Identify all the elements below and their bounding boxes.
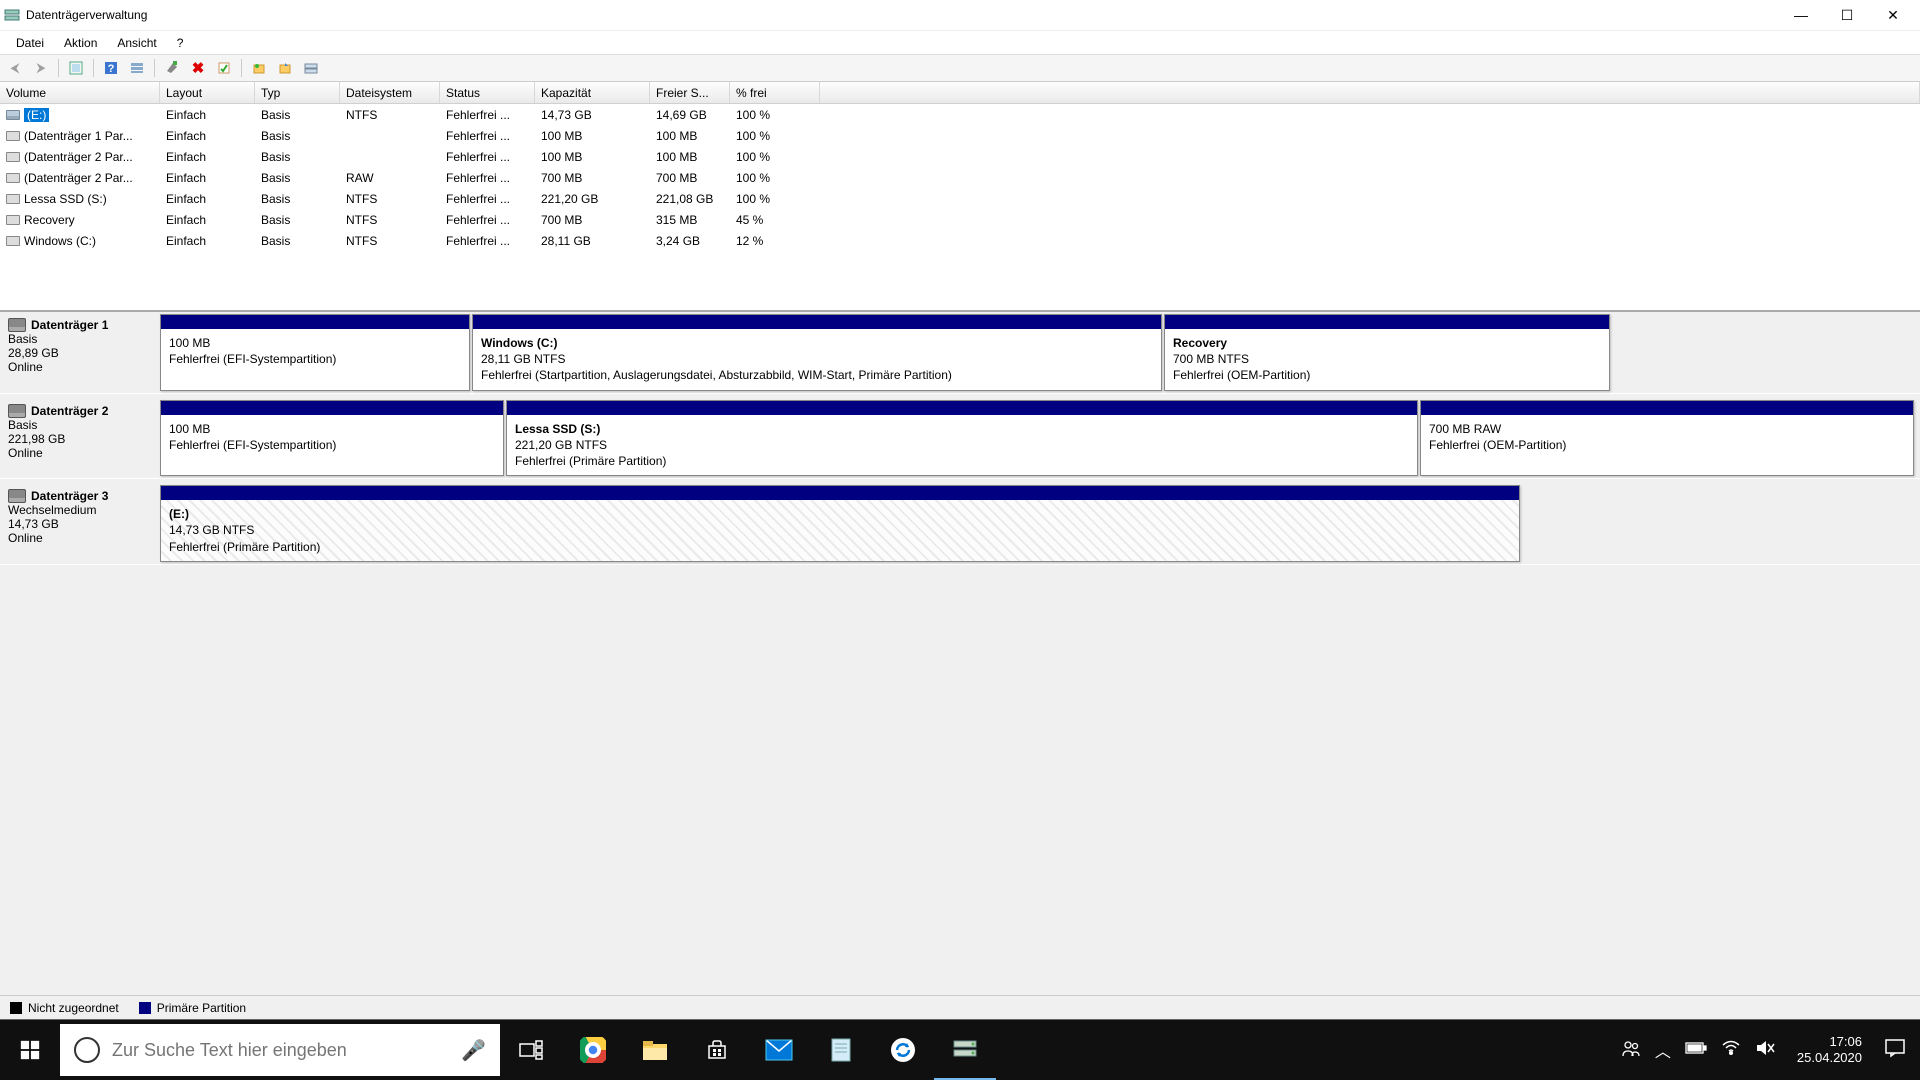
mic-icon[interactable]: 🎤 [461, 1038, 486, 1063]
volume-row[interactable]: Lessa SSD (S:)EinfachBasisNTFSFehlerfrei… [0, 188, 1920, 209]
notepad-icon[interactable] [810, 1020, 872, 1080]
action1-button[interactable] [248, 57, 270, 79]
disk-row: Datenträger 2Basis221,98 GBOnline100 MBF… [0, 398, 1920, 480]
volume-row[interactable]: (Datenträger 1 Par...EinfachBasisFehlerf… [0, 125, 1920, 146]
disk-row: Datenträger 3Wechselmedium14,73 GBOnline… [0, 483, 1920, 565]
toolbar: ⮜ ⮞ ? ✖ [0, 54, 1920, 82]
disk-info[interactable]: Datenträger 3Wechselmedium14,73 GBOnline [0, 483, 160, 564]
cortana-icon [74, 1037, 100, 1063]
delete-button[interactable]: ✖ [187, 57, 209, 79]
disk-row: Datenträger 1Basis28,89 GBOnline100 MBFe… [0, 312, 1920, 394]
partition[interactable]: Lessa SSD (S:)221,20 GB NTFSFehlerfrei (… [506, 400, 1418, 477]
col-pct[interactable]: % frei [730, 82, 820, 103]
partition-container: 100 MBFehlerfrei (EFI-Systempartition)Le… [160, 398, 1918, 479]
notifications-button[interactable] [1884, 1037, 1906, 1064]
clock-time: 17:06 [1797, 1034, 1862, 1050]
volume-row[interactable]: RecoveryEinfachBasisNTFSFehlerfrei ...70… [0, 209, 1920, 230]
volume-list-header[interactable]: Volume Layout Typ Dateisystem Status Kap… [0, 82, 1920, 104]
menu-action[interactable]: Aktion [54, 34, 107, 52]
tray-chevron-icon[interactable]: ︿ [1655, 1038, 1671, 1062]
col-volume[interactable]: Volume [0, 82, 160, 103]
titlebar[interactable]: Datenträgerverwaltung — ☐ ✕ [0, 0, 1920, 30]
svg-text:?: ? [108, 63, 115, 75]
legend: Nicht zugeordnet Primäre Partition [0, 995, 1920, 1019]
disk-info[interactable]: Datenträger 2Basis221,98 GBOnline [0, 398, 160, 479]
volume-row[interactable]: (E:)EinfachBasisNTFSFehlerfrei ...14,73 … [0, 104, 1920, 125]
store-icon[interactable] [686, 1020, 748, 1080]
refresh-button[interactable] [65, 57, 87, 79]
help-button[interactable]: ? [100, 57, 122, 79]
col-type[interactable]: Typ [255, 82, 340, 103]
menu-file[interactable]: Datei [6, 34, 54, 52]
partition-container: (E:)14,73 GB NTFSFehlerfrei (Primäre Par… [160, 483, 1918, 564]
partition[interactable]: 700 MB RAWFehlerfrei (OEM-Partition) [1420, 400, 1914, 477]
search-input[interactable] [112, 1040, 449, 1061]
col-status[interactable]: Status [440, 82, 535, 103]
legend-unallocated-label: Nicht zugeordnet [28, 1001, 119, 1015]
diskmgmt-taskbar-icon[interactable] [934, 1020, 996, 1080]
col-spacer [820, 82, 1920, 103]
mail-icon[interactable] [748, 1020, 810, 1080]
battery-icon[interactable] [1685, 1041, 1707, 1060]
clock[interactable]: 17:06 25.04.2020 [1789, 1034, 1870, 1067]
window-controls: — ☐ ✕ [1778, 0, 1916, 30]
system-tray[interactable]: ︿ 17:06 25.04.2020 [1607, 1020, 1920, 1080]
forward-button: ⮞ [30, 57, 52, 79]
search-box[interactable]: 🎤 [60, 1024, 500, 1076]
wifi-icon[interactable] [1721, 1040, 1741, 1061]
volume-row[interactable]: Windows (C:)EinfachBasisNTFSFehlerfrei .… [0, 230, 1920, 251]
disk-info[interactable]: Datenträger 1Basis28,89 GBOnline [0, 312, 160, 393]
volume-muted-icon[interactable] [1755, 1039, 1775, 1062]
sync-icon[interactable] [872, 1020, 934, 1080]
task-view-button[interactable] [500, 1020, 562, 1080]
volume-row[interactable]: (Datenträger 2 Par...EinfachBasisRAWFehl… [0, 167, 1920, 188]
partition-container: 100 MBFehlerfrei (EFI-Systempartition)Wi… [160, 312, 1770, 393]
minimize-button[interactable]: — [1778, 0, 1824, 30]
legend-unallocated: Nicht zugeordnet [10, 1001, 119, 1015]
pinned-apps [500, 1020, 996, 1080]
col-capacity[interactable]: Kapazität [535, 82, 650, 103]
menu-help[interactable]: ? [167, 34, 194, 52]
menubar: Datei Aktion Ansicht ? [0, 30, 1920, 54]
back-button: ⮜ [4, 57, 26, 79]
menu-view[interactable]: Ansicht [107, 34, 166, 52]
action2-button[interactable] [274, 57, 296, 79]
window-title: Datenträgerverwaltung [26, 8, 1778, 22]
properties-button[interactable] [213, 57, 235, 79]
content-area: Volume Layout Typ Dateisystem Status Kap… [0, 82, 1920, 1019]
close-button[interactable]: ✕ [1870, 0, 1916, 30]
explorer-icon[interactable] [624, 1020, 686, 1080]
action3-button[interactable] [300, 57, 322, 79]
col-layout[interactable]: Layout [160, 82, 255, 103]
partition[interactable]: (E:)14,73 GB NTFSFehlerfrei (Primäre Par… [160, 485, 1520, 562]
partition[interactable]: Windows (C:)28,11 GB NTFSFehlerfrei (Sta… [472, 314, 1162, 391]
partition[interactable]: 100 MBFehlerfrei (EFI-Systempartition) [160, 400, 504, 477]
col-free[interactable]: Freier S... [650, 82, 730, 103]
settings-button[interactable] [161, 57, 183, 79]
volume-row[interactable]: (Datenträger 2 Par...EinfachBasisFehlerf… [0, 146, 1920, 167]
volume-list[interactable]: Volume Layout Typ Dateisystem Status Kap… [0, 82, 1920, 312]
app-icon [4, 7, 20, 23]
list-view-button[interactable] [126, 57, 148, 79]
col-fs[interactable]: Dateisystem [340, 82, 440, 103]
partition[interactable]: 100 MBFehlerfrei (EFI-Systempartition) [160, 314, 470, 391]
chrome-icon[interactable] [562, 1020, 624, 1080]
maximize-button[interactable]: ☐ [1824, 0, 1870, 30]
disk-map[interactable]: Datenträger 1Basis28,89 GBOnline100 MBFe… [0, 312, 1920, 995]
partition[interactable]: Recovery700 MB NTFSFehlerfrei (OEM-Parti… [1164, 314, 1610, 391]
app-window: Datenträgerverwaltung — ☐ ✕ Datei Aktion… [0, 0, 1920, 1020]
people-icon[interactable] [1621, 1038, 1641, 1063]
legend-primary-label: Primäre Partition [157, 1001, 246, 1015]
start-button[interactable] [0, 1020, 60, 1080]
taskbar[interactable]: 🎤 ︿ 17:06 25.04.2020 [0, 1020, 1920, 1080]
clock-date: 25.04.2020 [1797, 1050, 1862, 1066]
legend-primary: Primäre Partition [139, 1001, 246, 1015]
